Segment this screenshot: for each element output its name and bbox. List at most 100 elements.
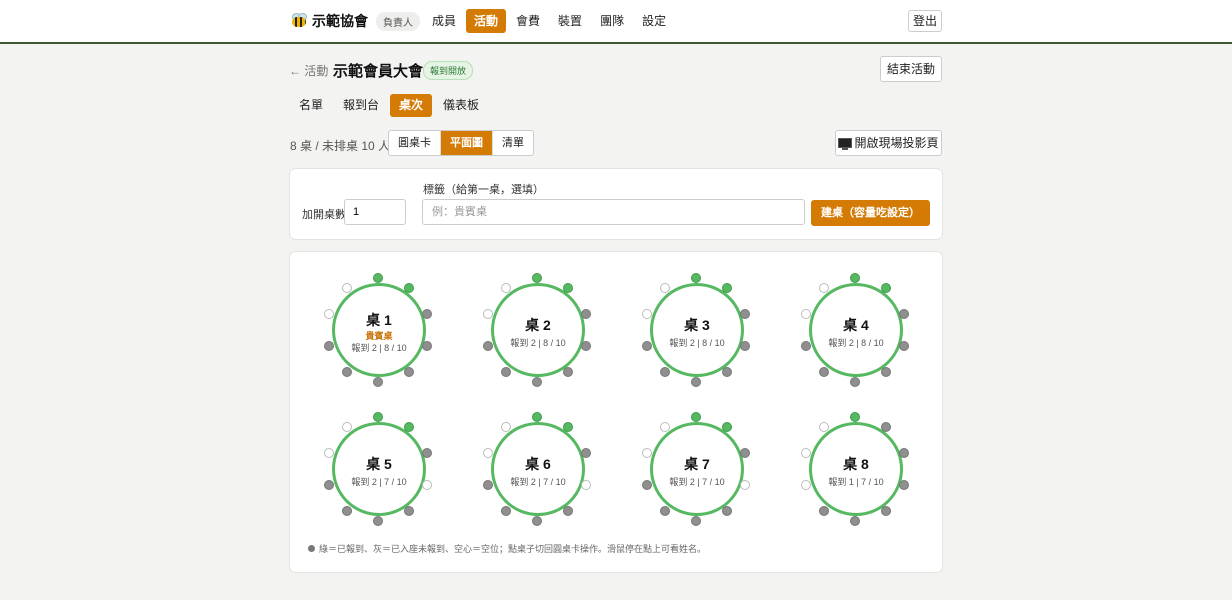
seat-empty[interactable]: [641, 447, 652, 458]
seat-empty[interactable]: [323, 308, 334, 319]
seat-seated[interactable]: [800, 341, 811, 352]
table-name: 桌 2: [525, 317, 551, 333]
table-name: 桌 5: [366, 456, 392, 472]
seat-seated[interactable]: [403, 506, 414, 517]
seat-seated[interactable]: [482, 480, 493, 491]
back-to-events-link[interactable]: ← 活動: [289, 62, 328, 79]
seat-empty[interactable]: [581, 480, 592, 491]
table-stats: 報到 2 | 8 / 10: [828, 338, 884, 348]
seat-checked-in[interactable]: [691, 412, 701, 422]
seat-empty[interactable]: [482, 308, 493, 319]
table-stats: 報到 2 | 8 / 10: [351, 343, 407, 353]
seat-seated[interactable]: [880, 421, 891, 432]
seat-checked-in[interactable]: [373, 273, 383, 283]
seat-seated[interactable]: [373, 377, 383, 387]
seat-checked-in[interactable]: [850, 273, 860, 283]
seat-checked-in[interactable]: [403, 282, 414, 293]
open-projector-button[interactable]: 開啟現場投影頁: [835, 130, 942, 156]
subtab[interactable]: 儀表板: [434, 94, 488, 117]
table-7[interactable]: 桌 7 報到 2 | 7 / 10: [641, 412, 751, 528]
seat-checked-in[interactable]: [721, 421, 732, 432]
seat-checked-in[interactable]: [373, 412, 383, 422]
tag-input[interactable]: [422, 199, 805, 225]
subtab[interactable]: 報到台: [334, 94, 388, 117]
seat-empty[interactable]: [800, 447, 811, 458]
view-toggle-option[interactable]: 清單: [493, 131, 533, 155]
seat-empty[interactable]: [740, 480, 751, 491]
nav-item[interactable]: 團隊: [592, 9, 632, 33]
seat-seated[interactable]: [641, 341, 652, 352]
table-5[interactable]: 桌 5 報到 2 | 7 / 10: [323, 412, 433, 528]
seat-seated[interactable]: [660, 367, 671, 378]
view-toggle-option[interactable]: 平面圖: [441, 131, 493, 155]
table-4[interactable]: 桌 4 報到 2 | 8 / 10: [800, 273, 910, 389]
seat-seated[interactable]: [342, 367, 353, 378]
seat-seated[interactable]: [641, 480, 652, 491]
seat-seated[interactable]: [373, 516, 383, 526]
table-2[interactable]: 桌 2 報到 2 | 8 / 10: [482, 273, 592, 389]
seat-seated[interactable]: [660, 506, 671, 517]
seat-seated[interactable]: [721, 367, 732, 378]
nav-item[interactable]: 成員: [424, 9, 464, 33]
seat-seated[interactable]: [721, 506, 732, 517]
subtab[interactable]: 名單: [290, 94, 332, 117]
table-8[interactable]: 桌 8 報到 1 | 7 / 10: [800, 412, 910, 528]
seat-seated[interactable]: [562, 506, 573, 517]
seat-seated[interactable]: [899, 341, 910, 352]
seat-seated[interactable]: [532, 377, 542, 387]
seat-seated[interactable]: [501, 367, 512, 378]
table-count-input[interactable]: [344, 199, 406, 225]
seat-checked-in[interactable]: [562, 282, 573, 293]
nav-item[interactable]: 會費: [508, 9, 548, 33]
view-toggle: 圓桌卡 平面圖 清單: [388, 130, 534, 156]
seat-checked-in[interactable]: [532, 273, 542, 283]
seat-empty[interactable]: [800, 308, 811, 319]
seat-seated[interactable]: [482, 341, 493, 352]
table-stats: 報到 1 | 7 / 10: [828, 477, 884, 487]
seat-checked-in[interactable]: [880, 282, 891, 293]
seat-empty[interactable]: [800, 480, 811, 491]
seat-seated[interactable]: [691, 516, 701, 526]
seat-checked-in[interactable]: [691, 273, 701, 283]
seat-seated[interactable]: [850, 516, 860, 526]
nav-item[interactable]: 活動: [466, 9, 507, 33]
seat-seated[interactable]: [899, 480, 910, 491]
floor-plan-card: 綠＝已報到、灰＝已入座未報到、空心＝空位；點桌子切回圓桌卡操作。滑鼠停在點上可看…: [289, 251, 943, 573]
seat-empty[interactable]: [422, 480, 433, 491]
seat-checked-in[interactable]: [532, 412, 542, 422]
seat-checked-in[interactable]: [403, 421, 414, 432]
seat-seated[interactable]: [819, 506, 830, 517]
seat-seated[interactable]: [403, 367, 414, 378]
seat-seated[interactable]: [323, 480, 334, 491]
seat-seated[interactable]: [819, 367, 830, 378]
logout-button[interactable]: 登出: [908, 10, 942, 32]
view-toggle-option[interactable]: 圓桌卡: [389, 131, 441, 155]
table-6[interactable]: 桌 6 報到 2 | 7 / 10: [482, 412, 592, 528]
nav-item[interactable]: 裝置: [550, 9, 590, 33]
seat-seated[interactable]: [342, 506, 353, 517]
seat-seated[interactable]: [581, 341, 592, 352]
seat-empty[interactable]: [641, 308, 652, 319]
seat-seated[interactable]: [562, 367, 573, 378]
seat-seated[interactable]: [880, 367, 891, 378]
seat-empty[interactable]: [323, 447, 334, 458]
seat-seated[interactable]: [532, 516, 542, 526]
seat-seated[interactable]: [691, 377, 701, 387]
create-tables-button[interactable]: 建桌（容量吃設定）: [811, 200, 930, 226]
seat-seated[interactable]: [850, 377, 860, 387]
table-name: 桌 8: [843, 456, 869, 472]
seat-checked-in[interactable]: [850, 412, 860, 422]
seat-seated[interactable]: [740, 341, 751, 352]
seat-seated[interactable]: [323, 341, 334, 352]
end-event-button[interactable]: 結束活動: [880, 56, 942, 82]
seat-seated[interactable]: [880, 506, 891, 517]
brand[interactable]: 示範協會 負責人: [290, 10, 420, 32]
table-3[interactable]: 桌 3 報到 2 | 8 / 10: [641, 273, 751, 389]
seat-checked-in[interactable]: [562, 421, 573, 432]
seat-seated[interactable]: [501, 506, 512, 517]
seat-checked-in[interactable]: [721, 282, 732, 293]
subtab[interactable]: 桌次: [390, 94, 433, 117]
seat-empty[interactable]: [482, 447, 493, 458]
nav-item[interactable]: 設定: [634, 9, 674, 33]
table-1[interactable]: 桌 1 貴賓桌 報到 2 | 8 / 10: [323, 273, 433, 389]
